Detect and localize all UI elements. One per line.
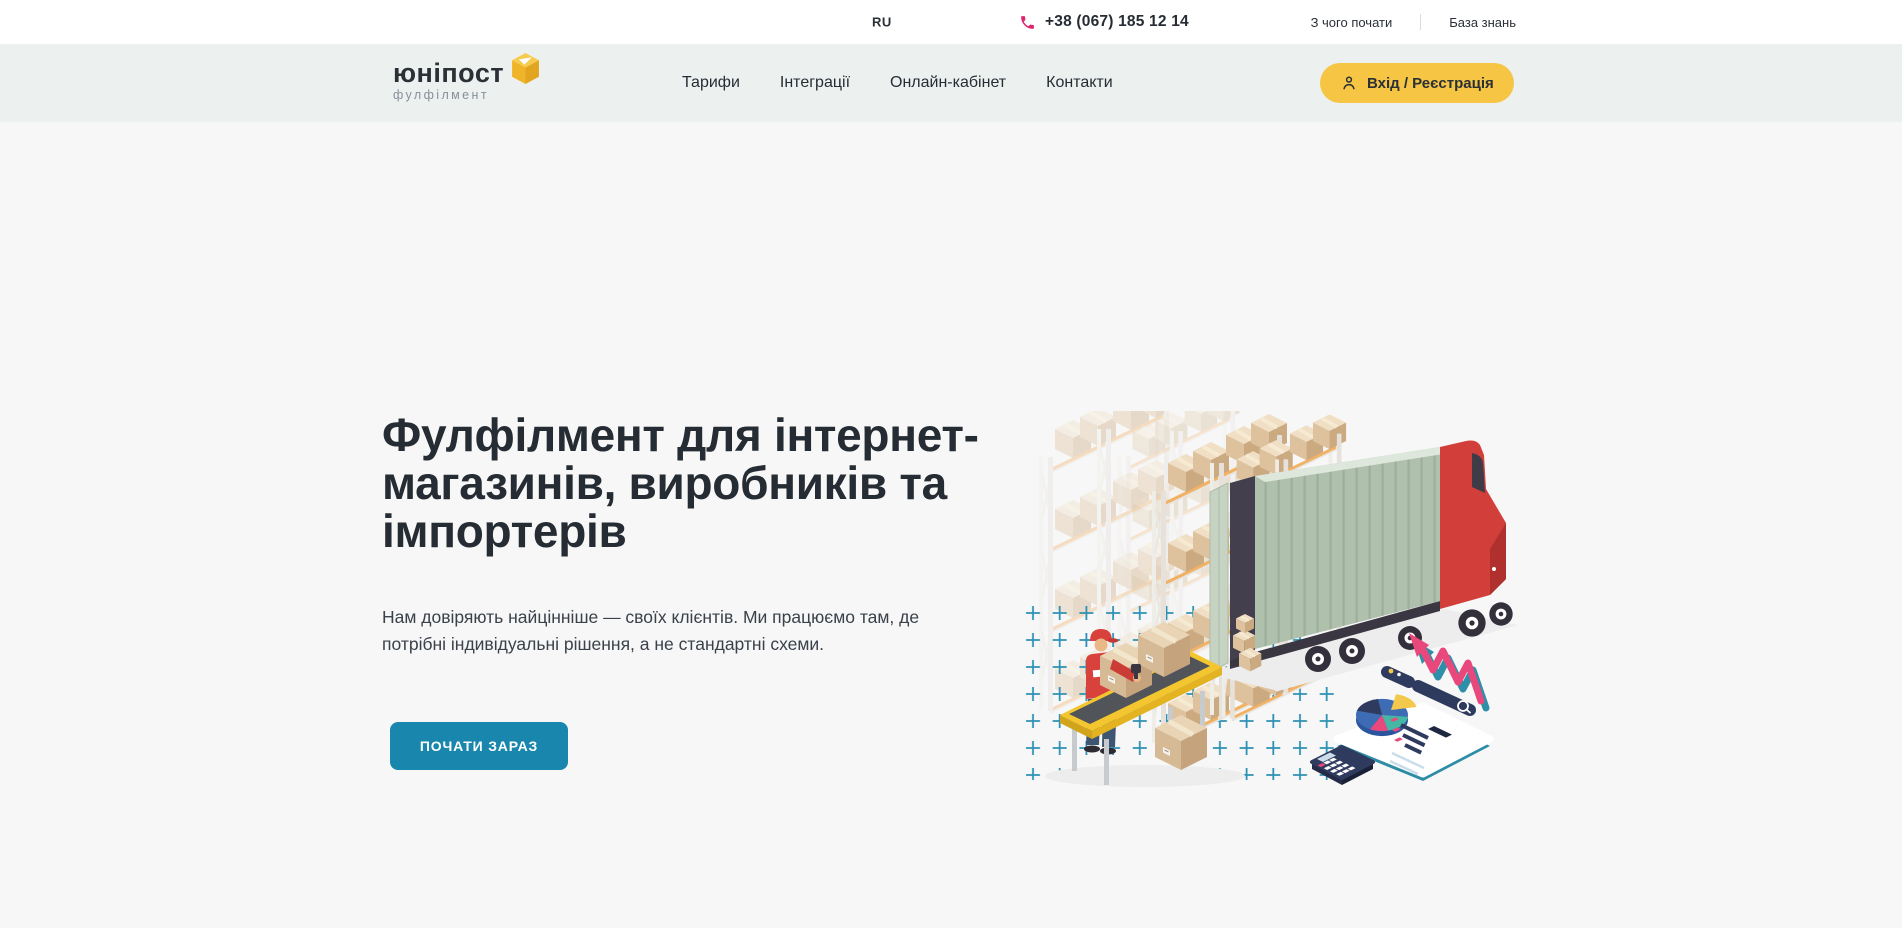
hero-section: Фулфілмент для інтернет- магазинів, виро… bbox=[0, 122, 1902, 928]
cargo-truck-icon bbox=[1205, 441, 1518, 692]
language-switcher[interactable]: RU bbox=[872, 15, 892, 30]
hero-title: Фулфілмент для інтернет- магазинів, виро… bbox=[382, 411, 979, 555]
next-section-edge bbox=[0, 928, 1902, 940]
hero-illustration bbox=[1020, 411, 1520, 796]
site-header: юніпост фулфілмент Тарифи Інтеграції Онл… bbox=[0, 44, 1902, 122]
phone-link[interactable]: +38 (067) 185 12 14 bbox=[1019, 13, 1189, 31]
logo-tagline: фулфілмент bbox=[393, 88, 553, 102]
start-now-button[interactable]: ПОЧАТИ ЗАРАЗ bbox=[390, 722, 568, 770]
parcel-cube-icon bbox=[511, 53, 540, 89]
logo[interactable]: юніпост фулфілмент bbox=[393, 59, 553, 102]
phone-icon bbox=[1019, 14, 1036, 31]
phone-number: +38 (067) 185 12 14 bbox=[1045, 13, 1189, 31]
landing-page: RU +38 (067) 185 12 14 З чого почати Баз… bbox=[0, 0, 1902, 940]
link-how-to-start[interactable]: З чого почати bbox=[1311, 15, 1393, 30]
nav-item-tariffs[interactable]: Тарифи bbox=[682, 74, 740, 92]
link-knowledge-base[interactable]: База знань bbox=[1449, 15, 1516, 30]
login-register-button[interactable]: Вхід / Реєстрація bbox=[1320, 63, 1514, 103]
hero-description: Нам довіряють найцінніше — своїх клієнті… bbox=[382, 604, 919, 657]
topbar-links: З чого почати База знань bbox=[1311, 14, 1516, 30]
login-register-label: Вхід / Реєстрація bbox=[1367, 75, 1494, 92]
user-icon bbox=[1340, 74, 1358, 92]
main-nav: Тарифи Інтеграції Онлайн-кабінет Контакт… bbox=[682, 44, 1113, 122]
topbar-divider bbox=[1420, 14, 1421, 30]
topbar: RU +38 (067) 185 12 14 З чого почати Баз… bbox=[0, 0, 1902, 44]
nav-item-online-cabinet[interactable]: Онлайн-кабінет bbox=[890, 74, 1006, 92]
nav-item-integrations[interactable]: Інтеграції bbox=[780, 74, 850, 92]
nav-item-contacts[interactable]: Контакти bbox=[1046, 74, 1113, 92]
